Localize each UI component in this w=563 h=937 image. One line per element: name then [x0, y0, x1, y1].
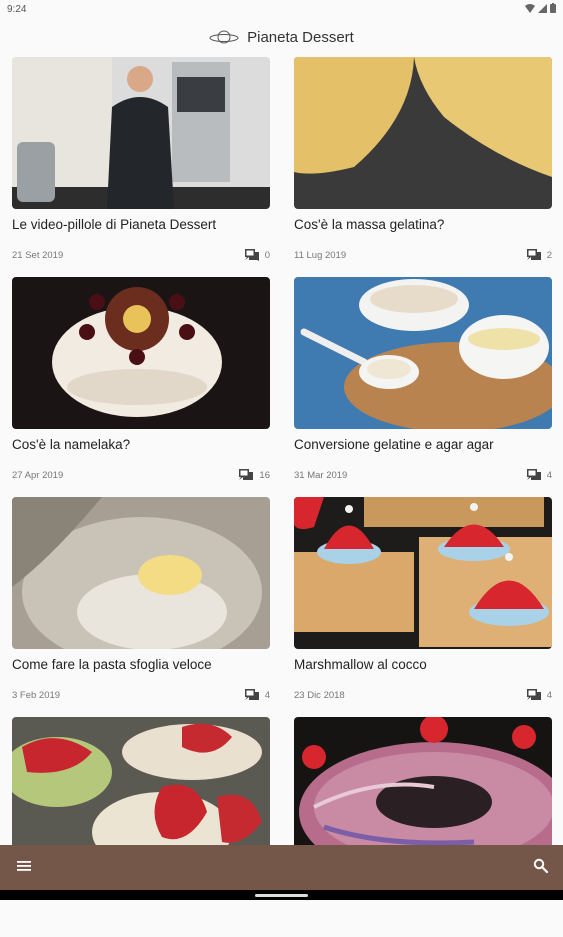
status-bar: 9:24: [0, 0, 563, 18]
post-meta: 21 Set 2019 0: [12, 249, 270, 261]
post-grid: Le video-pillole di Pianeta Dessert 21 S…: [12, 57, 552, 937]
post-card[interactable]: Cos'è la namelaka? 27 Apr 2019 16: [12, 277, 270, 497]
system-navigation-bar: [0, 890, 563, 900]
post-thumbnail[interactable]: [12, 497, 270, 649]
comment-icon: [526, 689, 541, 700]
status-icons: [525, 3, 556, 13]
comment-icon: [244, 249, 259, 261]
post-title[interactable]: Marshmallow al cocco: [294, 657, 427, 672]
post-title[interactable]: Le video-pillole di Pianeta Dessert: [12, 217, 216, 232]
comment-icon: [526, 469, 541, 480]
post-thumbnail[interactable]: [294, 497, 552, 649]
post-card[interactable]: Marshmallow al cocco 23 Dic 2018 4: [294, 497, 552, 717]
post-comments: 0: [244, 249, 270, 261]
post-thumbnail[interactable]: [294, 57, 552, 209]
search-icon: [533, 858, 549, 874]
post-card[interactable]: Le video-pillole di Pianeta Dessert 21 S…: [12, 57, 270, 277]
comment-count: 4: [264, 689, 270, 701]
post-meta: 27 Apr 2019 16: [12, 469, 270, 481]
comment-icon: [244, 689, 259, 700]
post-comments: 4: [526, 469, 552, 481]
comment-count: 0: [264, 249, 270, 261]
post-card[interactable]: [12, 717, 270, 937]
post-date: 11 Lug 2019: [294, 249, 347, 261]
post-date: 27 Apr 2019: [12, 469, 64, 481]
post-title[interactable]: Conversione gelatine e agar agar: [294, 437, 494, 452]
post-thumbnail[interactable]: [12, 277, 270, 429]
wifi-icon: [525, 3, 535, 13]
post-title[interactable]: Cos'è la massa gelatina?: [294, 217, 444, 232]
bottom-app-bar: [0, 845, 563, 890]
post-card[interactable]: Cos'è la massa gelatina? 11 Lug 2019 2: [294, 57, 552, 277]
planet-logo-icon: [209, 30, 239, 44]
app-title: Pianeta Dessert: [247, 28, 354, 46]
comment-count: 16: [259, 469, 270, 481]
post-title[interactable]: Come fare la pasta sfoglia veloce: [12, 657, 212, 672]
post-card[interactable]: Come fare la pasta sfoglia veloce 3 Feb …: [12, 497, 270, 717]
status-time: 9:24: [7, 4, 27, 15]
post-date: 21 Set 2019: [12, 249, 64, 261]
search-button[interactable]: [533, 858, 549, 879]
post-meta: 23 Dic 2018 4: [294, 689, 552, 701]
post-meta: 11 Lug 2019 2: [294, 249, 552, 261]
post-date: 3 Feb 2019: [12, 689, 61, 701]
battery-icon: [550, 3, 556, 13]
post-meta: 31 Mar 2019 4: [294, 469, 552, 481]
menu-icon: [17, 861, 31, 871]
comment-icon: [239, 469, 254, 480]
post-date: 23 Dic 2018: [294, 689, 345, 701]
post-meta: 3 Feb 2019 4: [12, 689, 270, 701]
post-card[interactable]: Conversione gelatine e agar agar 31 Mar …: [294, 277, 552, 497]
gesture-handle[interactable]: [255, 894, 308, 897]
post-thumbnail[interactable]: [12, 57, 270, 209]
post-title[interactable]: Cos'è la namelaka?: [12, 437, 130, 452]
post-comments: 16: [239, 469, 270, 481]
app-bar: Pianeta Dessert: [0, 20, 563, 54]
menu-button[interactable]: [17, 859, 31, 877]
post-date: 31 Mar 2019: [294, 469, 348, 481]
post-comments: 4: [526, 689, 552, 701]
comment-count: 4: [546, 689, 552, 701]
comment-icon: [526, 249, 541, 260]
post-card[interactable]: [294, 717, 552, 937]
post-comments: 2: [526, 249, 552, 261]
comment-count: 2: [546, 249, 552, 261]
post-thumbnail[interactable]: [294, 277, 552, 429]
comment-count: 4: [546, 469, 552, 481]
signal-icon: [538, 3, 547, 13]
post-comments: 4: [244, 689, 270, 701]
